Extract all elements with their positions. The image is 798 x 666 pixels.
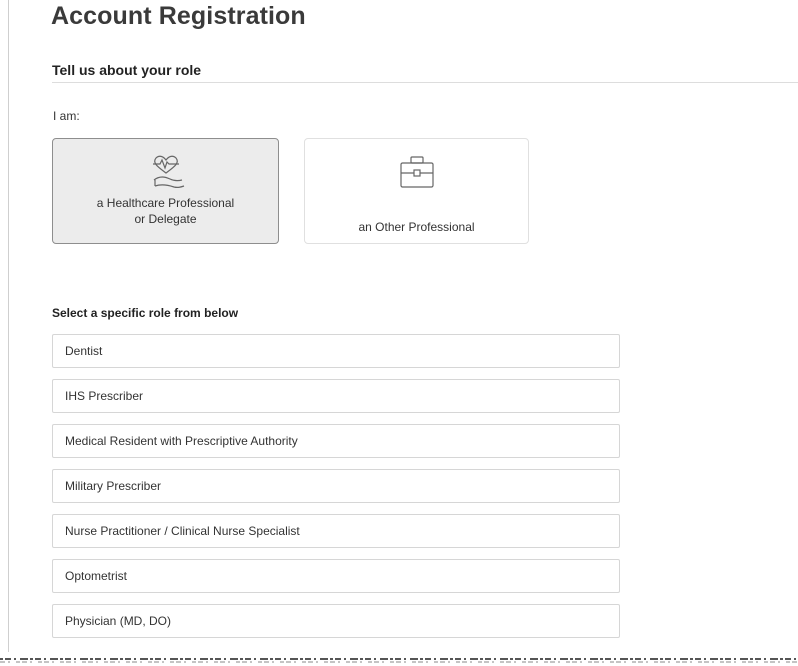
role-option-physician[interactable]: Physician (MD, DO)	[52, 604, 620, 638]
other-professional-label: an Other Professional	[358, 220, 475, 234]
healthcare-professional-label: a Healthcare Professional or Delegate	[96, 196, 235, 226]
briefcase-icon	[399, 156, 434, 188]
left-divider	[8, 0, 9, 652]
role-option-dentist[interactable]: Dentist	[52, 334, 620, 368]
specific-role-heading: Select a specific role from below	[52, 306, 239, 320]
heart-hand-icon	[152, 155, 184, 189]
section-divider	[52, 82, 798, 83]
i-am-label: I am:	[53, 109, 80, 123]
healthcare-professional-card[interactable]: a Healthcare Professional or Delegate	[52, 138, 279, 244]
role-option-optometrist[interactable]: Optometrist	[52, 559, 620, 593]
role-option-military-prescriber[interactable]: Military Prescriber	[52, 469, 620, 503]
other-professional-card[interactable]: an Other Professional	[304, 138, 529, 244]
specific-role-list: Dentist IHS Prescriber Medical Resident …	[52, 334, 620, 649]
role-section-heading: Tell us about your role	[52, 62, 202, 78]
role-option-nurse-practitioner[interactable]: Nurse Practitioner / Clinical Nurse Spec…	[52, 514, 620, 548]
page-title: Account Registration	[51, 2, 306, 30]
role-option-medical-resident[interactable]: Medical Resident with Prescriptive Autho…	[52, 424, 620, 458]
bottom-scan-artifact	[0, 658, 798, 663]
role-option-ihs-prescriber[interactable]: IHS Prescriber	[52, 379, 620, 413]
